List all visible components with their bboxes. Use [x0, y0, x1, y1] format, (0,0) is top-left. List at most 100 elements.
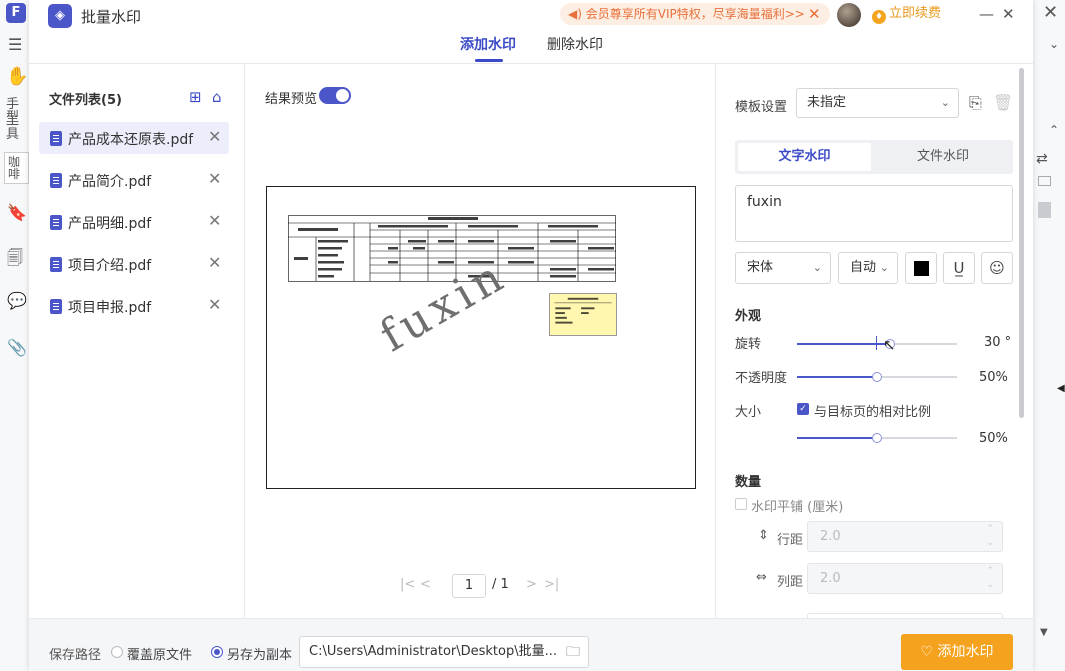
foxit-logo-icon: F	[6, 3, 26, 23]
save-path-value: C:\Users\Administrator\Desktop\批量...	[309, 644, 558, 659]
file-item[interactable]: 项目申报.pdf ✕	[39, 290, 229, 322]
preview-panel: 结果预览 fuxin |< < 1 / 1 > >|	[245, 64, 715, 618]
scroll-up-button[interactable]	[1038, 176, 1051, 186]
scroll-down-icon[interactable]: ▼	[1040, 628, 1048, 638]
add-file-icon[interactable]: ⊞	[189, 88, 202, 106]
panel-toggle-icon[interactable]: ⇄	[1036, 152, 1048, 166]
title-bar: ◈ 批量水印 ◀) 会员尊享所有VIP特权，尽享海量福利>> ✕ ♦ 立即续费 —…	[29, 0, 1033, 64]
appearance-title: 外观	[735, 309, 762, 324]
remove-file-icon[interactable]: ✕	[208, 127, 221, 146]
row-spacing-input[interactable]: 2.0 ⌃ ⌄	[807, 521, 1003, 552]
clear-list-icon[interactable]: ⌂	[212, 88, 222, 106]
save-copy-radio[interactable]	[211, 646, 223, 658]
chevron-down-icon[interactable]: ⌄	[1049, 38, 1059, 50]
scale-slider-knob[interactable]	[872, 433, 882, 443]
overwrite-radio[interactable]	[111, 646, 123, 658]
background-app-right-panel: ✕ ⌄ ⌃ ⇄ ◀ ▼	[1032, 0, 1065, 671]
page-number-input[interactable]: 1	[452, 574, 486, 598]
close-icon[interactable]: ✕	[1043, 4, 1058, 22]
opacity-label: 不透明度	[735, 371, 788, 386]
remove-file-icon[interactable]: ✕	[208, 295, 221, 314]
avatar[interactable]	[837, 3, 861, 27]
file-item[interactable]: 产品简介.pdf ✕	[39, 164, 229, 196]
save-path-input[interactable]: C:\Users\Administrator\Desktop\批量... 🗀	[299, 636, 589, 668]
remove-file-icon[interactable]: ✕	[208, 211, 221, 230]
hand-tool-icon[interactable]: ✋	[6, 68, 28, 86]
column-spacing-label: 列距	[777, 575, 804, 590]
footer-bar: 保存路径 覆盖原文件 另存为副本 C:\Users\Administrator\…	[29, 618, 1033, 671]
scale-slider[interactable]	[797, 433, 957, 443]
rotation-label: 旋转	[735, 337, 762, 352]
opacity-slider-knob[interactable]	[872, 372, 882, 382]
font-size-value: 自动	[850, 260, 877, 275]
remove-file-icon[interactable]: ✕	[208, 253, 221, 272]
overwrite-label: 覆盖原文件	[127, 648, 193, 663]
delete-template-icon[interactable]: 🗑	[993, 93, 1013, 112]
add-watermark-button[interactable]: ♡ 添加水印	[901, 634, 1013, 670]
tab-add-watermark[interactable]: 添加水印	[460, 36, 516, 54]
menu-icon[interactable]: ☰	[8, 37, 22, 53]
settings-scrollbar[interactable]	[1019, 68, 1024, 418]
vip-banner[interactable]: ◀) 会员尊享所有VIP特权，尽享海量福利>>	[560, 3, 830, 25]
vip-banner-text: 会员尊享所有VIP特权，尽享海量福利>>	[585, 7, 805, 21]
file-item[interactable]: 项目介绍.pdf ✕	[39, 248, 229, 280]
column-spacing-input[interactable]: 2.0 ⌃ ⌄	[807, 563, 1003, 594]
add-watermark-label: 添加水印	[937, 644, 994, 660]
file-item[interactable]: 产品成本还原表.pdf ✕	[39, 122, 229, 154]
template-select[interactable]: 未指定 ⌄	[796, 88, 959, 118]
file-item[interactable]: 产品明细.pdf ✕	[39, 206, 229, 238]
background-tab[interactable]: 咖啡	[4, 152, 29, 184]
rotation-value: 30 °	[984, 335, 1012, 350]
tile-checkbox[interactable]	[735, 498, 747, 510]
column-spacing-icon: ⇔	[756, 570, 767, 585]
scale-checkbox[interactable]: ✓	[797, 403, 809, 415]
color-button[interactable]	[905, 252, 937, 284]
pages-icon[interactable]: 🗐	[7, 250, 23, 266]
preview-page: fuxin	[266, 186, 696, 489]
underline-icon[interactable]: U̲	[943, 252, 975, 284]
user-icon[interactable]: ☺	[981, 252, 1013, 284]
tile-label: 水印平铺 (厘米)	[751, 500, 844, 515]
file-name: 产品简介.pdf	[68, 174, 152, 190]
first-page-icon[interactable]: |<	[400, 577, 415, 592]
rotation-slider[interactable]	[797, 339, 957, 349]
comment-icon[interactable]: 💬	[7, 293, 27, 309]
pdf-file-icon	[50, 299, 62, 314]
vip-close-icon[interactable]: ✕	[808, 3, 821, 25]
preview-toggle[interactable]	[319, 87, 351, 104]
scrollbar-thumb[interactable]	[1038, 202, 1051, 218]
bookmark-icon[interactable]: 🔖	[7, 205, 27, 221]
text-cursor	[876, 336, 877, 350]
next-page-icon[interactable]: >	[526, 577, 537, 592]
close-button[interactable]: ✕	[1002, 4, 1015, 24]
background-app-left-toolbar: F ☰ ✋ 手型 工具 咖啡 🔖 🗐 💬 📎	[0, 0, 30, 671]
column-spacing-value: 2.0	[820, 571, 841, 586]
opacity-slider[interactable]	[797, 372, 957, 382]
tab-remove-watermark[interactable]: 删除水印	[547, 36, 603, 54]
stepper-icon[interactable]: ⌃ ⌄	[986, 522, 994, 550]
chevron-down-icon: ⌄	[879, 261, 889, 274]
prev-page-icon[interactable]: <	[420, 577, 431, 592]
tab-text-watermark[interactable]: 文字水印	[738, 143, 871, 171]
save-copy-label: 另存为副本	[227, 648, 293, 663]
folder-icon[interactable]: 🗀	[566, 637, 580, 667]
last-page-icon[interactable]: >|	[544, 577, 559, 592]
row-spacing-icon: ⇕	[758, 528, 769, 543]
scale-value: 50%	[979, 431, 1008, 446]
tab-file-watermark[interactable]: 文件水印	[876, 143, 1010, 171]
minimize-button[interactable]: —	[979, 4, 994, 24]
collapse-arrow-icon[interactable]: ◀	[1057, 384, 1065, 394]
scale-checkbox-label: 与目标页的相对比例	[814, 405, 932, 420]
stepper-icon[interactable]: ⌃ ⌄	[986, 564, 994, 592]
batch-watermark-dialog: ◈ 批量水印 ◀) 会员尊享所有VIP特权，尽享海量福利>> ✕ ♦ 立即续费 —…	[29, 0, 1033, 671]
remove-file-icon[interactable]: ✕	[208, 169, 221, 188]
attachment-icon[interactable]: 📎	[7, 340, 27, 356]
font-select[interactable]: 宋体 ⌄	[735, 252, 831, 284]
chevron-up-icon[interactable]: ⌃	[1049, 124, 1059, 136]
font-size-select[interactable]: 自动 ⌄	[838, 252, 898, 284]
renew-button[interactable]: ♦ 立即续费	[872, 5, 941, 24]
save-template-icon[interactable]: ⎘	[969, 93, 982, 113]
watermark-text-input[interactable]: fuxin	[735, 185, 1013, 242]
chevron-down-icon: ⌄	[940, 96, 950, 109]
dialog-title: 批量水印	[81, 8, 142, 26]
